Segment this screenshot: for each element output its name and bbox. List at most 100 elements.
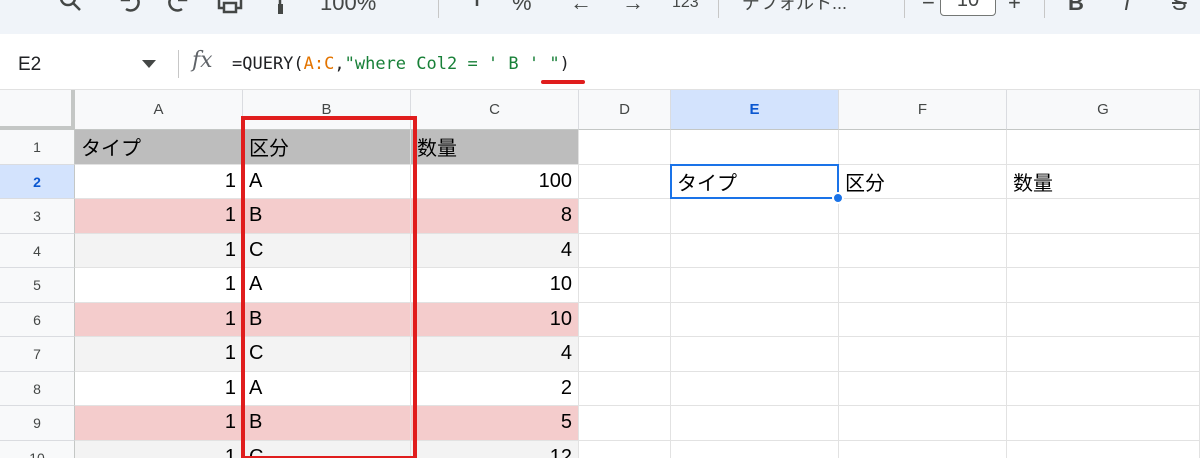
row-header-4[interactable]: 4	[0, 233, 75, 268]
cell-b6[interactable]: B	[243, 302, 411, 337]
cell-d3[interactable]	[579, 199, 671, 234]
cell-c10[interactable]: 12	[411, 440, 579, 458]
strikethrough-button[interactable]: S	[1172, 0, 1187, 18]
cell-c3[interactable]: 8	[411, 199, 579, 234]
cell-d4[interactable]	[579, 233, 671, 268]
cell-c7[interactable]: 4	[411, 337, 579, 372]
formula-input[interactable]: =QUERY(A:C,"where Col2 = ' B ' ")	[232, 54, 570, 74]
decrease-decimal-button[interactable]: ←	[570, 0, 592, 18]
cell-g2[interactable]: 数量	[1007, 164, 1200, 199]
row-header-5[interactable]: 5	[0, 268, 75, 303]
cell-a2[interactable]: 1	[75, 164, 243, 199]
row-header-7[interactable]: 7	[0, 337, 75, 372]
cell-f4[interactable]	[839, 233, 1007, 268]
cell-d2[interactable]	[579, 164, 671, 199]
cell-f6[interactable]	[839, 302, 1007, 337]
cell-e5[interactable]	[671, 268, 839, 303]
zoom-select[interactable]: 100%	[320, 0, 376, 18]
decrease-font-size-button[interactable]: −	[922, 0, 935, 18]
column-header-e[interactable]: E	[671, 90, 839, 130]
cell-e9[interactable]	[671, 406, 839, 441]
redo-icon[interactable]	[166, 0, 192, 14]
cell-g6[interactable]	[1007, 302, 1200, 337]
fill-handle[interactable]	[832, 192, 844, 204]
cell-a9[interactable]: 1	[75, 406, 243, 441]
cell-f2[interactable]: 区分	[839, 164, 1007, 199]
row-header-9[interactable]: 9	[0, 406, 75, 441]
cell-e4[interactable]	[671, 233, 839, 268]
cell-d10[interactable]	[579, 440, 671, 458]
column-header-d[interactable]: D	[579, 90, 671, 130]
cell-f5[interactable]	[839, 268, 1007, 303]
row-header-10[interactable]: 10	[0, 440, 75, 458]
italic-button[interactable]: I	[1124, 0, 1130, 18]
cell-c8[interactable]: 2	[411, 371, 579, 406]
cell-b7[interactable]: C	[243, 337, 411, 372]
cell-c5[interactable]: 10	[411, 268, 579, 303]
cell-c2[interactable]: 100	[411, 164, 579, 199]
cell-c9[interactable]: 5	[411, 406, 579, 441]
cell-a7[interactable]: 1	[75, 337, 243, 372]
cell-g4[interactable]	[1007, 233, 1200, 268]
cell-e3[interactable]	[671, 199, 839, 234]
cell-c1[interactable]: 数量	[411, 130, 579, 165]
print-icon[interactable]	[216, 0, 244, 14]
cell-e8[interactable]	[671, 371, 839, 406]
cell-g1[interactable]	[1007, 130, 1200, 165]
cell-b3[interactable]: B	[243, 199, 411, 234]
search-menus-icon[interactable]	[58, 0, 84, 14]
cell-b1[interactable]: 区分	[243, 130, 411, 165]
column-header-b[interactable]: B	[243, 90, 411, 130]
cell-d9[interactable]	[579, 406, 671, 441]
currency-icon[interactable]	[470, 0, 484, 18]
font-size-input[interactable]: 10	[940, 0, 996, 16]
cell-a5[interactable]: 1	[75, 268, 243, 303]
cell-a3[interactable]: 1	[75, 199, 243, 234]
cell-b10[interactable]: C	[243, 440, 411, 458]
cell-b9[interactable]: B	[243, 406, 411, 441]
row-header-1[interactable]: 1	[0, 130, 75, 165]
cell-c6[interactable]: 10	[411, 302, 579, 337]
row-header-2[interactable]: 2	[0, 164, 75, 199]
cell-g9[interactable]	[1007, 406, 1200, 441]
cell-a6[interactable]: 1	[75, 302, 243, 337]
cell-f10[interactable]	[839, 440, 1007, 458]
cell-f8[interactable]	[839, 371, 1007, 406]
percent-format-button[interactable]: %	[512, 0, 532, 18]
number-format-button[interactable]: 123	[672, 0, 699, 18]
cell-a4[interactable]: 1	[75, 233, 243, 268]
cell-b5[interactable]: A	[243, 268, 411, 303]
cell-e10[interactable]	[671, 440, 839, 458]
cell-g5[interactable]	[1007, 268, 1200, 303]
cell-g7[interactable]	[1007, 337, 1200, 372]
cell-f3[interactable]	[839, 199, 1007, 234]
cell-g8[interactable]	[1007, 371, 1200, 406]
select-all-corner[interactable]	[0, 90, 75, 130]
bold-button[interactable]: B	[1068, 0, 1084, 18]
name-box[interactable]: E2	[18, 54, 41, 76]
column-header-f[interactable]: F	[839, 90, 1007, 130]
cell-f9[interactable]	[839, 406, 1007, 441]
cell-d6[interactable]	[579, 302, 671, 337]
undo-icon[interactable]	[116, 0, 142, 14]
cell-a1[interactable]: タイプ	[75, 130, 243, 165]
cell-f7[interactable]	[839, 337, 1007, 372]
cell-a10[interactable]: 1	[75, 440, 243, 458]
column-header-a[interactable]: A	[75, 90, 243, 130]
cell-d7[interactable]	[579, 337, 671, 372]
column-header-g[interactable]: G	[1007, 90, 1200, 130]
row-header-3[interactable]: 3	[0, 199, 75, 234]
cell-c4[interactable]: 4	[411, 233, 579, 268]
cell-e7[interactable]	[671, 337, 839, 372]
cell-f1[interactable]	[839, 130, 1007, 165]
cell-e6[interactable]	[671, 302, 839, 337]
font-family-select[interactable]: デフォルト...	[742, 0, 847, 18]
cell-g10[interactable]	[1007, 440, 1200, 458]
cell-d8[interactable]	[579, 371, 671, 406]
increase-decimal-button[interactable]: →	[622, 0, 644, 18]
cell-d5[interactable]	[579, 268, 671, 303]
row-header-8[interactable]: 8	[0, 371, 75, 406]
chevron-down-icon[interactable]	[142, 60, 156, 68]
paint-format-icon[interactable]	[272, 0, 290, 18]
cell-d1[interactable]	[579, 130, 671, 165]
